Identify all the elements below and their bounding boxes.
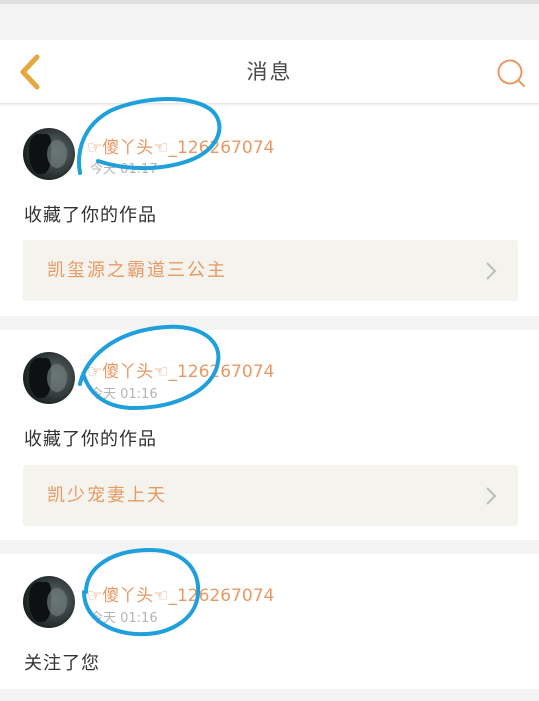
chevron-right-icon <box>486 262 497 280</box>
work-link[interactable]: 凯玺源之霸道三公主 <box>23 240 518 301</box>
search-icon <box>497 59 525 87</box>
notification-message: 收藏了你的作品 <box>24 429 157 450</box>
timestamp: 今天 01:16 <box>90 611 158 626</box>
avatar-face <box>47 140 67 168</box>
work-title: 凯少宠妻上天 <box>47 485 167 506</box>
notification-message: 收藏了你的作品 <box>24 205 157 226</box>
username[interactable]: ☞傻丫头☜_126267074 <box>87 133 274 158</box>
avatar[interactable] <box>23 576 75 628</box>
avatar[interactable] <box>23 352 75 404</box>
top-edge <box>0 0 539 4</box>
header-bar: 消息 <box>0 40 539 104</box>
timestamp: 今天 01:17 <box>90 162 158 177</box>
chevron-right-icon <box>486 487 497 505</box>
avatar[interactable] <box>23 128 75 180</box>
search-button[interactable] <box>492 54 530 92</box>
page-title: 消息 <box>246 60 293 84</box>
avatar-face <box>47 364 67 392</box>
timestamp: 今天 01:16 <box>90 387 158 402</box>
avatar-face <box>47 588 67 616</box>
notification-card[interactable]: ☞傻丫头☜_126267074 今天 01:17 收藏了你的作品 凯玺源之霸道三… <box>0 106 539 316</box>
username[interactable]: ☞傻丫头☜_126267074 <box>87 357 274 382</box>
work-title: 凯玺源之霸道三公主 <box>47 260 227 281</box>
notification-card[interactable]: ☞傻丫头☜_126267074 今天 01:16 收藏了你的作品 凯少宠妻上天 <box>0 330 539 540</box>
work-link[interactable]: 凯少宠妻上天 <box>23 465 518 526</box>
notification-card[interactable]: ☞傻丫头☜_126267074 今天 01:16 关注了您 <box>0 554 539 689</box>
status-bar-area <box>0 0 539 40</box>
username[interactable]: ☞傻丫头☜_126267074 <box>87 581 274 606</box>
notification-message: 关注了您 <box>24 653 100 674</box>
